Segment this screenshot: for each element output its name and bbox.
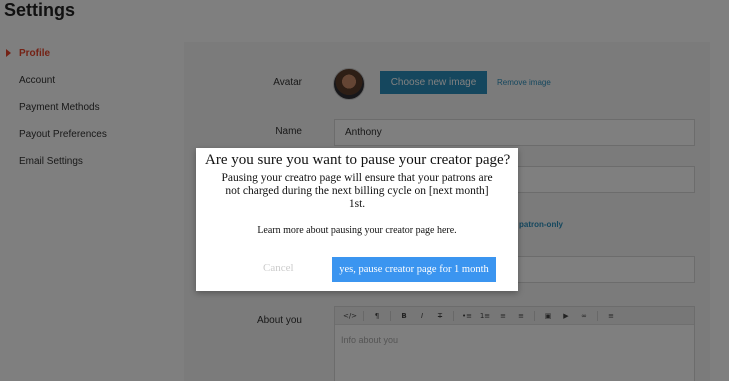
- dialog-message: Pausing your creatro page will ensure th…: [221, 172, 493, 210]
- cancel-button[interactable]: Cancel: [263, 262, 294, 274]
- learn-more-link[interactable]: Learn more about pausing your creator pa…: [216, 225, 498, 236]
- confirm-pause-button[interactable]: yes, pause creator page for 1 month: [332, 257, 496, 282]
- dialog-title: Are you sure you want to pause your crea…: [205, 152, 511, 168]
